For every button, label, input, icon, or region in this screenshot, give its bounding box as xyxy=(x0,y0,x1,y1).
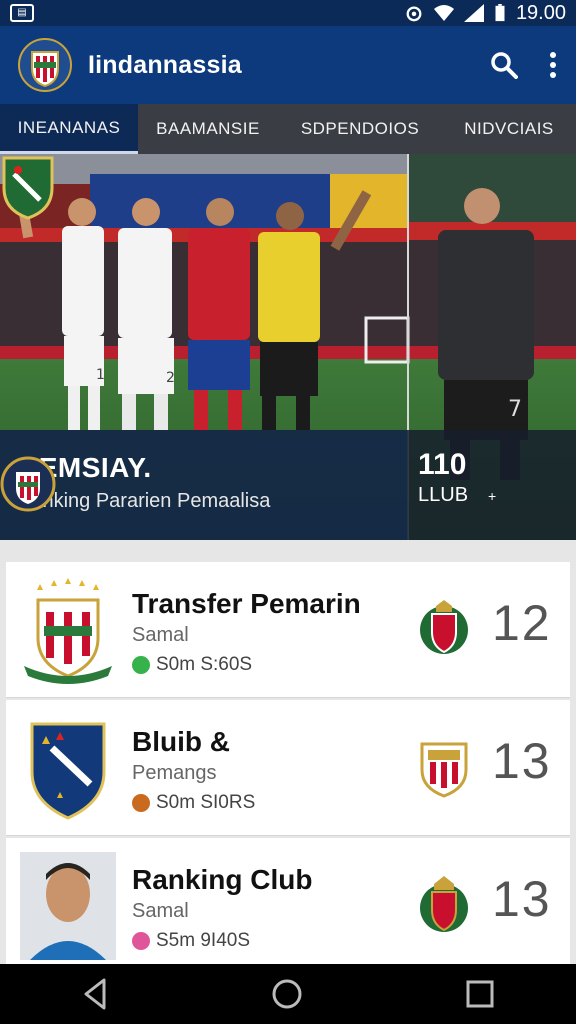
status-dot-icon xyxy=(132,794,150,812)
list-item[interactable]: Transfer Pemarin Samal S0m S:60S 12 xyxy=(6,562,570,698)
player-avatar xyxy=(20,852,116,960)
club-logo-icon[interactable] xyxy=(18,38,72,92)
signal-icon xyxy=(463,4,484,22)
hero-side-panel: 110 LLUB + xyxy=(408,430,576,540)
system-nav-bar xyxy=(0,964,576,1024)
list-item-meta: S0m SI0RS xyxy=(132,792,255,814)
club-crest-icon xyxy=(420,876,468,932)
list-item-meta-text: S0m SI0RS xyxy=(156,792,256,813)
status-bar: ▤ 19.00 xyxy=(0,0,576,26)
tab-label: BAAMANSIE xyxy=(156,119,260,138)
shield-crest-icon xyxy=(2,156,54,220)
hero-side-mark: + xyxy=(488,488,497,504)
search-icon[interactable] xyxy=(490,51,518,79)
app-bar: Iindannassia xyxy=(0,26,576,104)
list-item-meta: S5m 9I40S xyxy=(132,930,250,952)
jersey-number: 2 xyxy=(166,370,175,386)
list-item-meta-text: S0m S:60S xyxy=(156,654,253,675)
club-crest-icon xyxy=(0,456,56,512)
home-icon[interactable] xyxy=(271,978,303,1010)
tab-bar: INEANANAS BAAMANSIE SDPENDOIOS NIDVCIAIS xyxy=(0,104,576,154)
club-crest-icon xyxy=(420,742,468,798)
list-item[interactable]: Ranking Club Samal S5m 9I40S 13 xyxy=(6,838,570,964)
app-screen: ▤ 19.00 Iindannassia INEANANAS BAAMANSIE… xyxy=(0,0,576,1024)
alarm-icon xyxy=(406,6,422,22)
tab-0[interactable]: INEANANAS xyxy=(0,104,138,154)
tab-label: SDPENDOIOS xyxy=(300,119,420,138)
tab-3[interactable]: NIDVCIAIS xyxy=(442,104,576,154)
list-item[interactable]: Bluib & Pemangs S0m SI0RS 13 xyxy=(6,700,570,836)
back-icon[interactable] xyxy=(82,978,108,1010)
list-item-meta: S0m S:60S xyxy=(132,654,252,676)
recents-icon[interactable] xyxy=(466,980,494,1008)
jersey-number: 1 xyxy=(96,367,105,383)
more-options-icon[interactable] xyxy=(548,51,558,79)
list-item-subtitle: Pemangs xyxy=(132,762,217,784)
list-item-title: Bluib & xyxy=(132,726,230,757)
tab-label: NIDVCIAIS xyxy=(464,119,554,138)
club-crest-icon xyxy=(24,578,112,684)
jersey-number: 7 xyxy=(508,397,522,422)
status-dot-icon xyxy=(132,932,150,950)
club-crest-icon xyxy=(420,600,468,654)
rank-number: 13 xyxy=(492,733,552,789)
tab-2[interactable]: SDPENDOIOS xyxy=(278,104,442,154)
list-item-meta-text: S5m 9I40S xyxy=(156,930,250,951)
hero-side-number: 110 xyxy=(418,448,467,481)
app-title: Iindannassia xyxy=(88,50,242,79)
wifi-icon xyxy=(433,5,454,21)
tab-1[interactable]: BAAMANSIE xyxy=(138,104,278,154)
battery-icon xyxy=(495,4,505,22)
featured-hero[interactable]: 1 2 7 HEMSIAY. Panking Pararien Pemaalis… xyxy=(0,154,576,540)
hero-caption: HEMSIAY. Panking Pararien Pemaalisa xyxy=(0,430,408,540)
rank-number: 13 xyxy=(492,871,552,927)
list-item-title: Ranking Club xyxy=(132,864,313,895)
list-item-subtitle: Samal xyxy=(132,900,189,922)
status-dot-icon xyxy=(132,656,150,674)
shield-crest-icon xyxy=(30,722,106,820)
ranking-list: Transfer Pemarin Samal S0m S:60S 12 Blui… xyxy=(0,540,576,964)
rank-number: 12 xyxy=(492,595,552,651)
hero-title: HEMSIAY. xyxy=(18,452,152,483)
hero-subtitle: Panking Pararien Pemaalisa xyxy=(18,490,271,512)
tab-label: INEANANAS xyxy=(17,117,121,137)
list-item-subtitle: Samal xyxy=(132,624,189,646)
notification-icon: ▤ xyxy=(10,4,34,22)
list-item-title: Transfer Pemarin xyxy=(132,588,361,619)
status-time: 19.00 xyxy=(515,1,566,24)
